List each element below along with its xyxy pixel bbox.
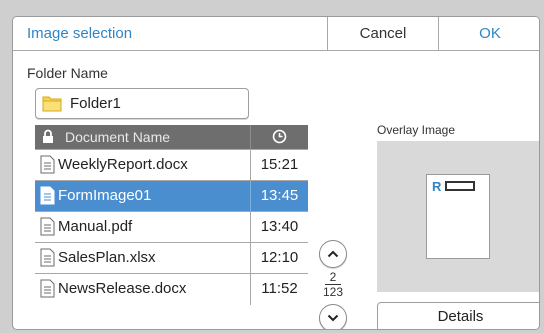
document-time: 15:21	[260, 156, 299, 173]
document-row-selected[interactable]: FormImage01 13:45	[35, 180, 308, 212]
page-counter: 2 123	[311, 271, 355, 298]
current-page: 2	[329, 270, 337, 284]
document-row[interactable]: WeeklyReport.docx 15:21	[35, 149, 308, 181]
chevron-up-icon	[327, 250, 339, 258]
document-time: 11:52	[261, 280, 298, 297]
scroll-up-button[interactable]	[319, 240, 347, 268]
document-name: Manual.pdf	[58, 218, 133, 235]
document-icon	[40, 155, 55, 174]
ok-button[interactable]: OK	[438, 17, 539, 50]
document-icon	[40, 217, 55, 236]
overlay-rectangle	[445, 181, 475, 191]
cancel-button[interactable]: Cancel	[327, 17, 438, 50]
folder-icon	[42, 96, 62, 112]
image-selection-dialog: Image selection Cancel OK Folder Name Fo…	[12, 16, 540, 330]
document-row[interactable]: SalesPlan.xlsx 12:10	[35, 242, 308, 274]
document-name: SalesPlan.xlsx	[58, 249, 156, 266]
overlay-image-preview: R	[377, 141, 539, 292]
total-pages: 123	[322, 285, 344, 299]
document-icon	[40, 248, 55, 267]
scroll-down-button[interactable]	[319, 304, 347, 329]
document-row[interactable]: Manual.pdf 13:40	[35, 211, 308, 243]
chevron-down-icon	[327, 314, 339, 322]
lock-icon	[43, 129, 53, 143]
document-icon	[40, 279, 55, 298]
dialog-header: Image selection Cancel OK	[13, 17, 539, 51]
details-button[interactable]: Details	[377, 302, 539, 329]
overlay-letter: R	[432, 179, 442, 194]
document-list-header: Document Name	[35, 125, 308, 149]
document-icon	[40, 186, 55, 205]
dialog-title: Image selection	[27, 25, 133, 42]
overlay-image-label: Overlay Image	[377, 123, 456, 137]
document-time: 12:10	[260, 249, 299, 266]
folder-name-label: Folder Name	[27, 65, 108, 81]
column-divider	[250, 125, 251, 149]
document-name-column-header[interactable]: Document Name	[65, 129, 170, 145]
document-list: Document Name WeeklyReport.docx 15:21 Fo…	[35, 125, 308, 323]
document-time: 13:45	[260, 187, 299, 204]
overlay-page-thumbnail: R	[426, 174, 490, 259]
folder-name-value: Folder1	[70, 95, 121, 112]
clock-icon[interactable]	[272, 129, 287, 144]
document-time: 13:40	[260, 218, 299, 235]
document-name: NewsRelease.docx	[58, 280, 187, 297]
document-name: FormImage01	[58, 187, 152, 204]
document-row[interactable]: NewsRelease.docx 11:52	[35, 273, 308, 305]
document-name: WeeklyReport.docx	[58, 156, 188, 173]
folder-name-field[interactable]: Folder1	[35, 88, 249, 119]
